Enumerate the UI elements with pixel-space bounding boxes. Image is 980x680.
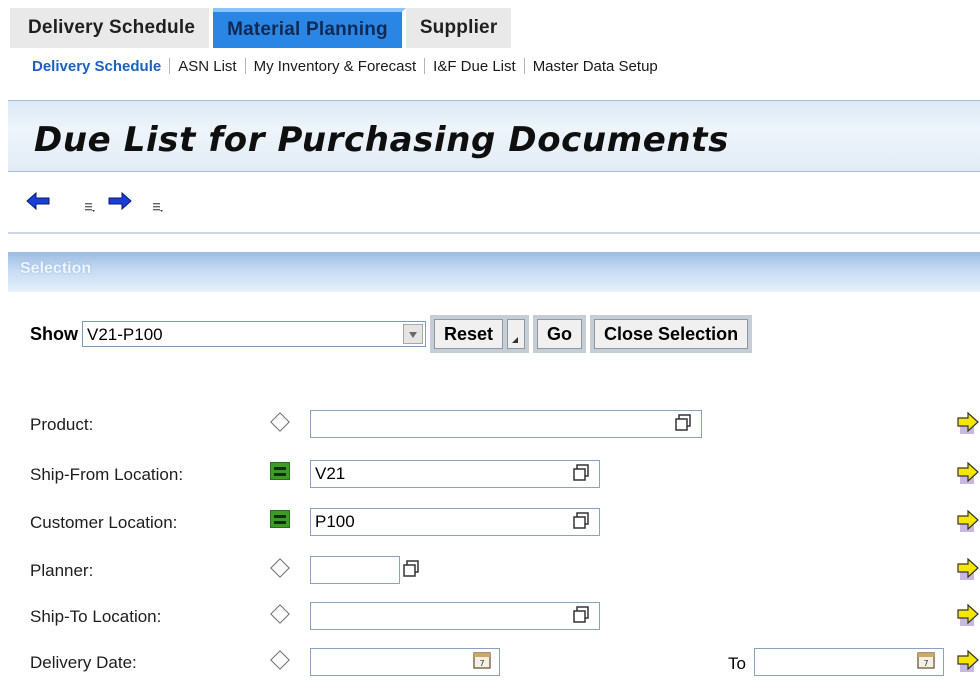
svg-text:7: 7 [479, 659, 484, 668]
forward-history-menu-icon[interactable] [152, 202, 164, 212]
tab-supplier[interactable]: Supplier [405, 8, 516, 48]
tab-material-planning[interactable]: Material Planning [213, 8, 406, 48]
close-selection-button[interactable]: Close Selection [590, 315, 753, 353]
planner-input[interactable] [310, 556, 400, 584]
equals-option-icon[interactable] [270, 462, 290, 482]
subnav-inventory-forecast[interactable]: My Inventory & Forecast [246, 58, 425, 75]
selection-option-icon[interactable] [270, 558, 290, 578]
selection-option-icon[interactable] [270, 650, 290, 670]
equals-option-icon[interactable] [270, 510, 290, 530]
page-title: Due List for Purchasing Documents [34, 120, 729, 160]
value-help-icon[interactable] [572, 511, 592, 531]
forward-arrow-icon[interactable] [108, 190, 132, 212]
dropdown-arrow-icon[interactable] [403, 324, 423, 344]
multiple-selection-arrow-icon[interactable] [956, 460, 980, 486]
planner-row: Planner: [30, 556, 980, 586]
customer-location-row: Customer Location: P100 [30, 508, 980, 538]
value-help-icon[interactable] [674, 413, 694, 433]
ship-from-input[interactable]: V21 [310, 460, 600, 488]
subnav-asn-list[interactable]: ASN List [170, 58, 244, 75]
value-help-icon[interactable] [572, 463, 592, 483]
value-help-icon[interactable] [402, 559, 422, 579]
customer-location-input[interactable]: P100 [310, 508, 600, 536]
variant-select[interactable]: V21-P100 [82, 321, 426, 347]
top-tabs: Delivery Schedule Material Planning Supp… [10, 8, 516, 48]
subnav-master-data-setup[interactable]: Master Data Setup [525, 58, 666, 75]
multiple-selection-arrow-icon[interactable] [956, 410, 980, 436]
show-label: Show [30, 323, 78, 344]
back-history-menu-icon[interactable] [84, 202, 96, 212]
product-input[interactable] [310, 410, 702, 438]
back-arrow-icon[interactable] [26, 190, 50, 212]
ship-from-row: Ship-From Location: V21 [30, 460, 980, 490]
multiple-selection-arrow-icon[interactable] [956, 508, 980, 534]
subnav-delivery-schedule[interactable]: Delivery Schedule [20, 58, 169, 75]
sub-navigation: Delivery Schedule ASN List My Inventory … [20, 55, 666, 77]
delivery-date-row: Delivery Date: 7 To 7 [30, 648, 980, 678]
ship-from-label: Ship-From Location: [30, 465, 184, 484]
ship-to-input[interactable] [310, 602, 600, 630]
reset-button[interactable]: Reset [430, 315, 508, 353]
navigation-toolbar [8, 172, 980, 234]
svg-text:7: 7 [923, 659, 928, 668]
variant-select-value: V21-P100 [87, 325, 163, 344]
subnav-if-due-list[interactable]: I&F Due List [425, 58, 524, 75]
calendar-icon[interactable]: 7 [916, 651, 936, 671]
ship-to-row: Ship-To Location: [30, 602, 980, 632]
product-row: Product: [30, 410, 980, 440]
planner-label: Planner: [30, 561, 94, 580]
selection-option-icon[interactable] [270, 412, 290, 432]
multiple-selection-arrow-icon[interactable] [956, 648, 980, 674]
customer-location-label: Customer Location: [30, 513, 178, 532]
go-button[interactable]: Go [533, 315, 587, 353]
show-variant-row: Show V21-P100 Reset Go Close Selection [30, 314, 756, 354]
page-header: Due List for Purchasing Documents [8, 100, 980, 172]
ship-to-label: Ship-To Location: [30, 607, 162, 626]
to-label: To [728, 654, 746, 673]
selection-option-icon[interactable] [270, 604, 290, 624]
delivery-date-label: Delivery Date: [30, 653, 137, 672]
value-help-icon[interactable] [572, 605, 592, 625]
selection-section-header: Selection [8, 252, 980, 292]
product-label: Product: [30, 415, 94, 434]
tab-delivery-schedule[interactable]: Delivery Schedule [10, 8, 214, 48]
section-title: Selection [20, 260, 92, 277]
multiple-selection-arrow-icon[interactable] [956, 602, 980, 628]
multiple-selection-arrow-icon[interactable] [956, 556, 980, 582]
calendar-icon[interactable]: 7 [472, 651, 492, 671]
reset-menu-button[interactable] [507, 315, 530, 353]
